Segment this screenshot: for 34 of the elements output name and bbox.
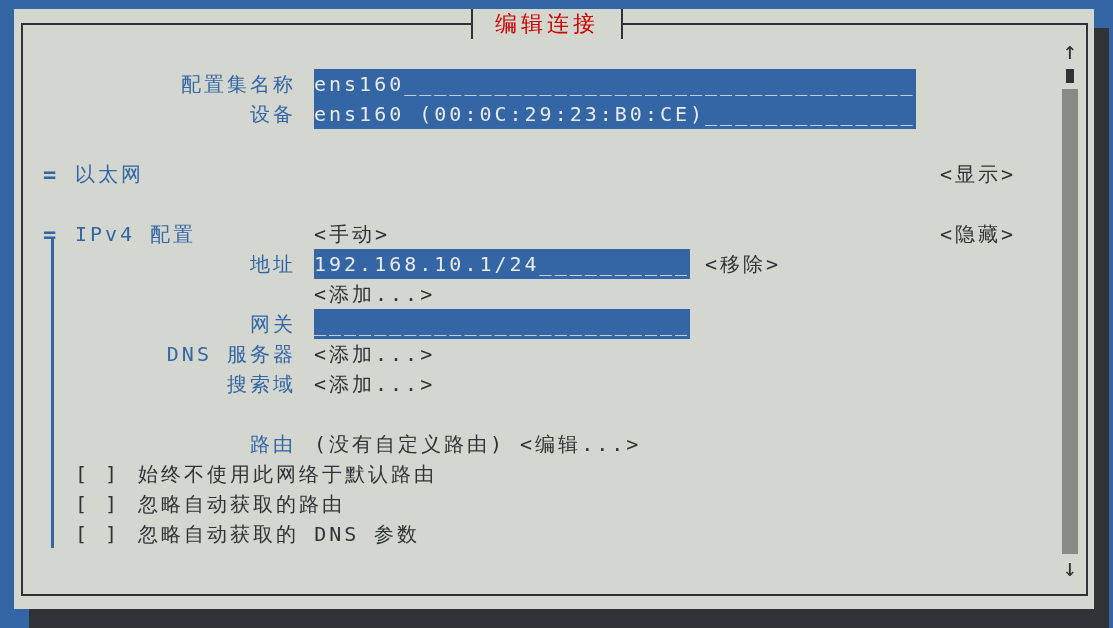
input-field[interactable]: _________________________ bbox=[314, 309, 691, 339]
field-label: 网关 bbox=[249, 310, 296, 338]
add-button[interactable]: <添加...> bbox=[314, 280, 436, 308]
window-title: 编辑连接 bbox=[471, 9, 623, 39]
section-title: IPv4 配置 bbox=[75, 220, 198, 248]
scroll-up-arrow[interactable]: ↑ bbox=[1062, 37, 1078, 65]
checkbox[interactable]: [ ] bbox=[75, 492, 121, 516]
field-label: 地址 bbox=[249, 250, 296, 278]
checkbox-label: 忽略自动获取的 DNS 参数 bbox=[138, 520, 421, 548]
checkbox[interactable]: [ ] bbox=[75, 522, 121, 546]
section-marker: = bbox=[43, 161, 61, 187]
mode-dropdown[interactable]: <手动> bbox=[314, 220, 391, 248]
field-label: 搜索域 bbox=[226, 370, 296, 398]
add-button[interactable]: <添加...> bbox=[314, 370, 436, 398]
checkbox[interactable]: [ ] bbox=[75, 462, 121, 486]
scrollbar-track[interactable] bbox=[1062, 89, 1078, 554]
routes-status: (没有自定义路由) bbox=[314, 430, 506, 458]
field-label: 配置集名称 bbox=[180, 70, 296, 98]
scroll-down-arrow[interactable]: ↓ bbox=[1062, 554, 1078, 582]
edit-button[interactable]: <编辑...> bbox=[520, 430, 642, 458]
checkbox-label: 始终不使用此网络于默认路由 bbox=[138, 460, 438, 488]
add-button[interactable]: <添加...> bbox=[314, 340, 436, 368]
field-label: 设备 bbox=[249, 100, 296, 128]
field-label: DNS 服务器 bbox=[165, 340, 296, 368]
checkbox-label: 忽略自动获取的路由 bbox=[138, 490, 346, 518]
toggle-button[interactable]: <显示> bbox=[939, 160, 1016, 188]
input-field[interactable]: 192.168.10.1/24__________ bbox=[314, 249, 691, 279]
section-title: 以太网 bbox=[75, 160, 145, 188]
input-field[interactable]: ens160 (00:0C:29:23:B0:CE)______________ bbox=[314, 99, 916, 129]
remove-button[interactable]: <移除> bbox=[705, 250, 782, 278]
field-label: 路由 bbox=[249, 430, 296, 458]
input-field[interactable]: ens160__________________________________ bbox=[314, 69, 916, 99]
scroll-thumb[interactable] bbox=[1066, 69, 1074, 83]
toggle-button[interactable]: <隐藏> bbox=[939, 220, 1016, 248]
